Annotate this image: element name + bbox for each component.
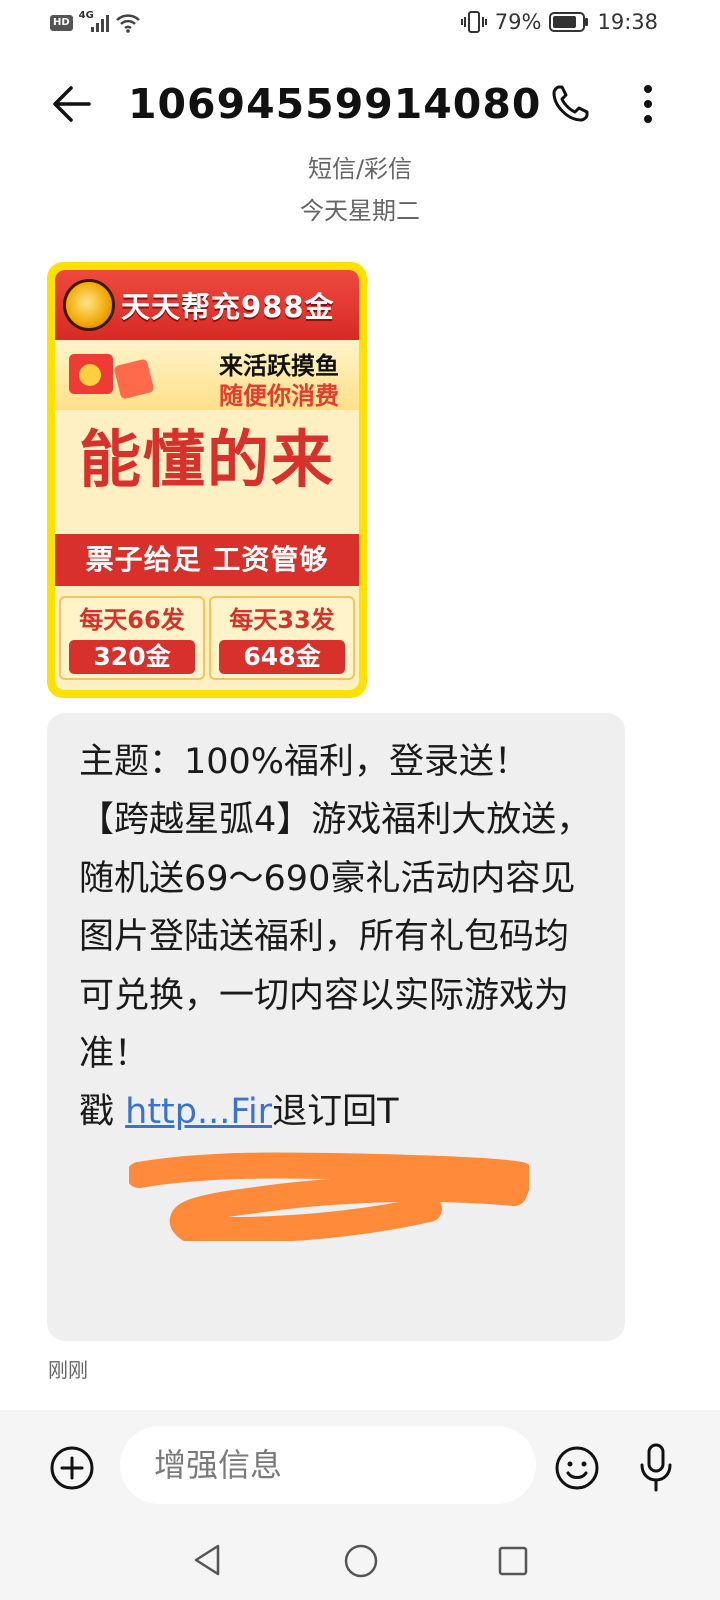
- status-right: 79% 19:38: [460, 10, 658, 34]
- promo-banner: 天天帮充988金: [55, 270, 359, 340]
- status-bar: HD 4G 79% 19:38: [0, 0, 720, 50]
- hd-badge: HD: [50, 15, 73, 31]
- add-attachment-button[interactable]: [48, 1444, 96, 1492]
- message-bubble[interactable]: 主题：100%福利，登录送！ 【跨越星弧4】游戏福利大放送，随机送69～690豪…: [47, 713, 625, 1341]
- message-link[interactable]: http...Fir: [125, 1092, 272, 1132]
- unsubscribe-text: 退订回T: [272, 1092, 399, 1133]
- emoji-icon: [555, 1446, 599, 1490]
- conversation-header: 10694559914080: [0, 66, 720, 142]
- offer-list: 每天66发 320金 每天33发 648金: [59, 596, 355, 680]
- triangle-back-icon[interactable]: [190, 1542, 226, 1578]
- promo-subbanner: 来活跃摸鱼 随便你消费: [55, 342, 359, 410]
- sender-number: 10694559914080: [128, 80, 542, 128]
- system-navigation-bar: [0, 1522, 720, 1600]
- arrow-left-icon: [53, 86, 91, 122]
- battery-icon: [549, 11, 589, 33]
- message-timestamp: 刚刚: [48, 1358, 88, 1382]
- plus-circle-icon: [50, 1446, 94, 1490]
- offer-card: 每天33发 648金: [209, 596, 355, 680]
- battery-percent: 79%: [494, 10, 542, 34]
- message-input[interactable]: [120, 1426, 536, 1504]
- more-vertical-icon: [644, 85, 652, 123]
- phone-icon: [552, 85, 589, 122]
- status-left: HD 4G: [50, 10, 141, 34]
- offer-amount: 320金: [69, 640, 195, 674]
- redaction-scribble: [129, 1152, 529, 1241]
- voice-input-button[interactable]: [636, 1442, 676, 1494]
- message-subject: 主题：100%福利，登录送！: [79, 742, 530, 782]
- square-recent-icon[interactable]: [496, 1544, 530, 1578]
- promo-headline: 能懂的来: [78, 423, 335, 496]
- offer-title: 每天66发: [79, 606, 185, 634]
- cellular-signal-icon: 4G: [79, 10, 109, 34]
- offer-amount: 648金: [219, 640, 345, 674]
- back-button[interactable]: [48, 80, 96, 128]
- composer-bar: [0, 1410, 720, 1522]
- date-separator: 今天星期二: [300, 197, 420, 225]
- circle-home-icon[interactable]: [342, 1542, 380, 1580]
- microphone-icon: [640, 1443, 672, 1492]
- emoji-button[interactable]: [553, 1444, 601, 1492]
- mms-image-content: 天天帮充988金 来活跃摸鱼 随便你消费 能懂的来 票子给足 工资管够 每天66…: [55, 270, 359, 690]
- clock: 19:38: [597, 10, 658, 34]
- red-envelope-icon: [69, 354, 113, 394]
- message-body: 【跨越星弧4】游戏福利大放送，随机送69～690豪礼活动内容见图片登陆送福利，所…: [79, 800, 592, 1075]
- mms-image[interactable]: 天天帮充988金 来活跃摸鱼 随便你消费 能懂的来 票子给足 工资管够 每天66…: [47, 262, 367, 698]
- call-button[interactable]: [548, 82, 592, 126]
- offer-title: 每天33发: [229, 606, 335, 634]
- promo-line-2: 随便你消费: [219, 382, 339, 410]
- message-text: 主题：100%福利，登录送！ 【跨越星弧4】游戏福利大放送，随机送69～690豪…: [79, 733, 593, 1142]
- wifi-icon: [115, 14, 140, 33]
- red-envelope-icon: [113, 358, 155, 400]
- gold-coins-icon: [63, 279, 115, 331]
- message-type-label: 短信/彩信: [307, 155, 413, 183]
- more-options-button[interactable]: [632, 80, 664, 128]
- offer-card: 每天66发 320金: [59, 596, 205, 680]
- promo-tagline: 票子给足 工资管够: [55, 534, 359, 586]
- link-prefix: 戳: [79, 1092, 126, 1133]
- vibrate-icon: [460, 11, 487, 33]
- banner-text: 天天帮充988金: [121, 290, 335, 324]
